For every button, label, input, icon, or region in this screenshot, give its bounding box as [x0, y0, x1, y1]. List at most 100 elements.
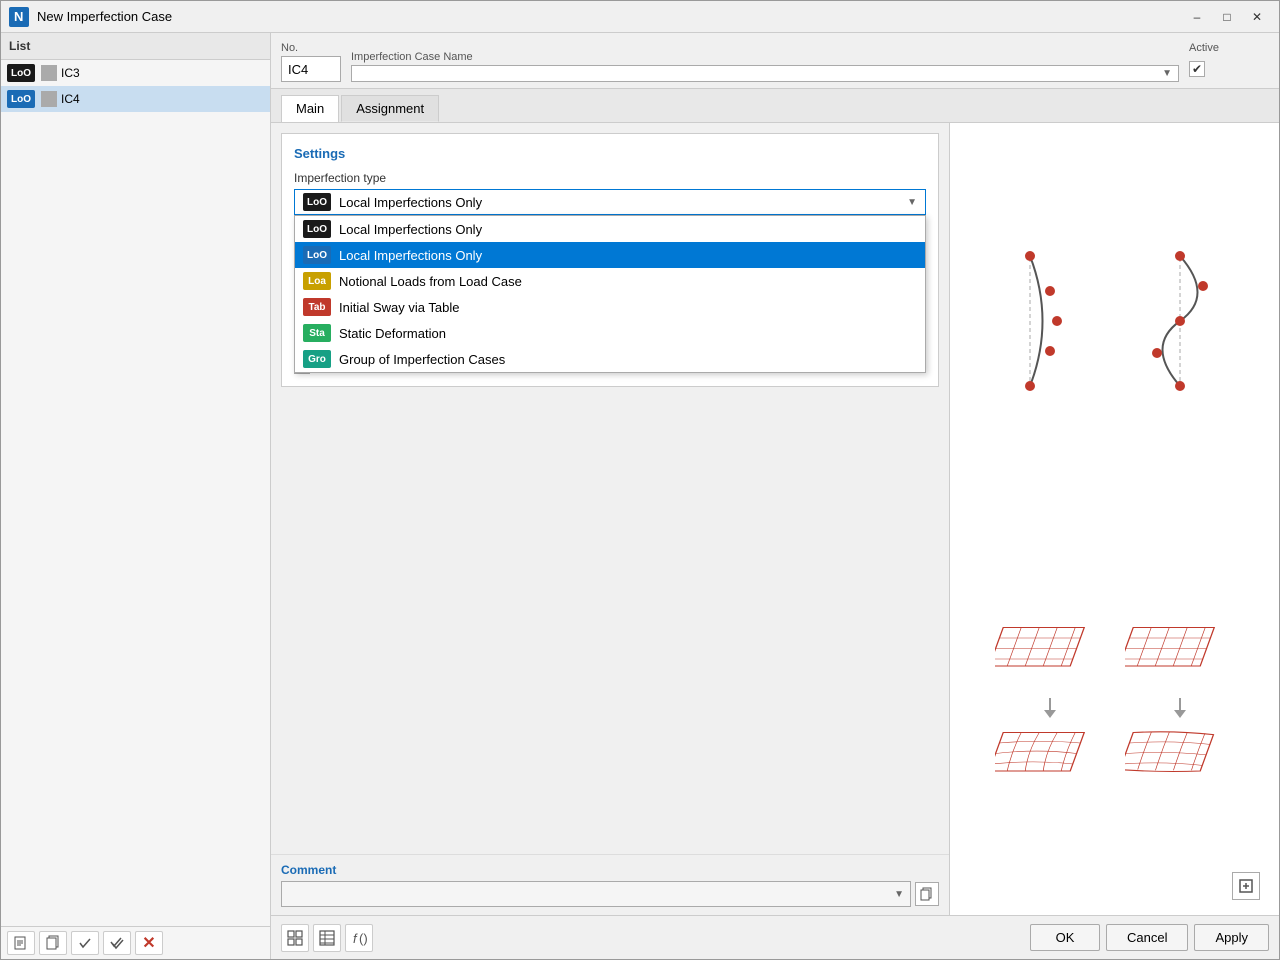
sidebar-footer: ✕	[1, 926, 270, 959]
table-view-button[interactable]	[313, 924, 341, 952]
item-0-badge: LoO	[303, 220, 331, 238]
delete-button[interactable]: ✕	[135, 931, 163, 955]
item-3-text: Initial Sway via Table	[339, 300, 459, 315]
preview-action-button[interactable]	[1232, 872, 1260, 900]
dropdown-item-4[interactable]: Sta Static Deformation	[295, 320, 925, 346]
item-5-badge: Gro	[303, 350, 331, 368]
dropdown-item-2[interactable]: Loa Notional Loads from Load Case	[295, 268, 925, 294]
dropdown-selected-text: Local Imperfections Only	[339, 195, 907, 210]
preview-button-icon	[1238, 878, 1254, 894]
arrow-left	[995, 696, 1105, 720]
active-label: Active	[1189, 42, 1269, 54]
window-controls: – □ ✕	[1183, 6, 1271, 28]
name-group: Imperfection Case Name ▼	[351, 51, 1179, 82]
imperfection-dropdown-trigger[interactable]: LoO Local Imperfections Only ▼	[294, 189, 926, 215]
item-1-text: Local Imperfections Only	[339, 248, 482, 263]
grid-view-button[interactable]	[281, 924, 309, 952]
item-1-badge: LoO	[303, 246, 331, 264]
item-4-text: Static Deformation	[339, 326, 446, 341]
name-label: Imperfection Case Name	[351, 51, 1179, 63]
dropdown-selected-badge: LoO	[303, 193, 331, 211]
left-form-area: Settings Imperfection type LoO Local Imp…	[271, 123, 949, 915]
imperfection-type-group: Imperfection type LoO Local Imperfection…	[294, 171, 926, 215]
imperfection-type-label: Imperfection type	[294, 171, 926, 185]
item-2-badge: Loa	[303, 272, 331, 290]
plate-curved-left	[995, 724, 1105, 797]
window-title: New Imperfection Case	[37, 9, 1183, 24]
tabs-list: Main Assignment	[281, 95, 1269, 122]
item-2-text: Notional Loads from Load Case	[339, 274, 522, 289]
active-group: Active ✔	[1189, 42, 1269, 82]
item-4-badge: Sta	[303, 324, 331, 342]
comment-row: ▼	[281, 881, 939, 907]
title-bar: N New Imperfection Case – □ ✕	[1, 1, 1279, 33]
plate-previews	[995, 619, 1235, 797]
comment-copy-button[interactable]	[915, 882, 939, 906]
table-icon	[319, 930, 335, 946]
dropdown-item-1[interactable]: LoO Local Imperfections Only	[295, 242, 925, 268]
check-icon	[77, 935, 93, 951]
copy-icon	[45, 935, 61, 951]
comment-label: Comment	[281, 863, 939, 877]
dropdown-list: LoO Local Imperfections Only LoO Local I…	[294, 215, 926, 373]
function-button[interactable]: f ()	[345, 924, 373, 952]
new-icon	[13, 935, 29, 951]
function-icon: f ()	[351, 930, 367, 946]
active-checkbox[interactable]: ✔	[1189, 61, 1205, 77]
sidebar-item-label-ic4: IC4	[61, 92, 80, 106]
header-form: No. Imperfection Case Name ▼ Active ✔	[271, 33, 1279, 89]
check-all-button[interactable]	[103, 931, 131, 955]
ic3-icon	[41, 65, 57, 81]
comment-copy-icon	[920, 887, 934, 901]
new-item-button[interactable]	[7, 931, 35, 955]
item-5-text: Group of Imperfection Cases	[339, 352, 505, 367]
beam-previews	[995, 241, 1235, 404]
name-dropdown[interactable]: ▼	[351, 65, 1179, 82]
settings-area: Settings Imperfection type LoO Local Imp…	[271, 123, 949, 854]
active-checkmark: ✔	[1192, 62, 1202, 76]
ic4-icon	[41, 91, 57, 107]
svg-text:f: f	[353, 931, 358, 946]
beam-left	[995, 241, 1105, 404]
settings-title: Settings	[294, 146, 926, 161]
dropdown-item-0[interactable]: LoO Local Imperfections Only	[295, 216, 925, 242]
minimize-button[interactable]: –	[1183, 6, 1211, 28]
no-group: No.	[281, 42, 341, 82]
maximize-button[interactable]: □	[1213, 6, 1241, 28]
sidebar-badge-ic3: LoO	[7, 64, 35, 82]
item-3-badge: Tab	[303, 298, 331, 316]
dropdown-item-3[interactable]: Tab Initial Sway via Table	[295, 294, 925, 320]
apply-button[interactable]: Apply	[1194, 924, 1269, 951]
cancel-button[interactable]: Cancel	[1106, 924, 1188, 951]
no-input[interactable]	[281, 56, 341, 82]
window-icon: N	[9, 7, 29, 27]
name-dropdown-arrow: ▼	[1162, 68, 1172, 79]
check-button[interactable]	[71, 931, 99, 955]
plate-flat-right	[1125, 619, 1235, 692]
no-label: No.	[281, 42, 341, 54]
arrow-right	[1125, 696, 1235, 720]
item-0-text: Local Imperfections Only	[339, 222, 482, 237]
plate-bottom-row	[995, 724, 1235, 797]
sidebar-item-ic3[interactable]: LoO IC3	[1, 60, 270, 86]
tab-main[interactable]: Main	[281, 95, 339, 122]
dropdown-item-5[interactable]: Gro Group of Imperfection Cases	[295, 346, 925, 372]
main-window: N New Imperfection Case – □ ✕ List LoO I…	[0, 0, 1280, 960]
plate-top-row	[995, 619, 1235, 692]
content-split: Settings Imperfection type LoO Local Imp…	[271, 123, 1279, 915]
imperfection-dropdown-container: LoO Local Imperfections Only ▼ LoO L	[294, 189, 926, 215]
beam-right	[1125, 241, 1235, 404]
preview-button[interactable]	[1232, 872, 1260, 900]
tabs-bar: Main Assignment	[271, 89, 1279, 123]
copy-item-button[interactable]	[39, 931, 67, 955]
settings-panel: Settings Imperfection type LoO Local Imp…	[281, 133, 939, 387]
close-button[interactable]: ✕	[1243, 6, 1271, 28]
sidebar-header: List	[1, 33, 270, 60]
check-all-icon	[109, 935, 125, 951]
tab-assignment-label: Assignment	[356, 101, 424, 116]
main-content: List LoO IC3 LoO IC4	[1, 33, 1279, 959]
sidebar-item-ic4[interactable]: LoO IC4	[1, 86, 270, 112]
tab-assignment[interactable]: Assignment	[341, 95, 439, 122]
comment-input-container[interactable]: ▼	[281, 881, 911, 907]
ok-button[interactable]: OK	[1030, 924, 1100, 951]
